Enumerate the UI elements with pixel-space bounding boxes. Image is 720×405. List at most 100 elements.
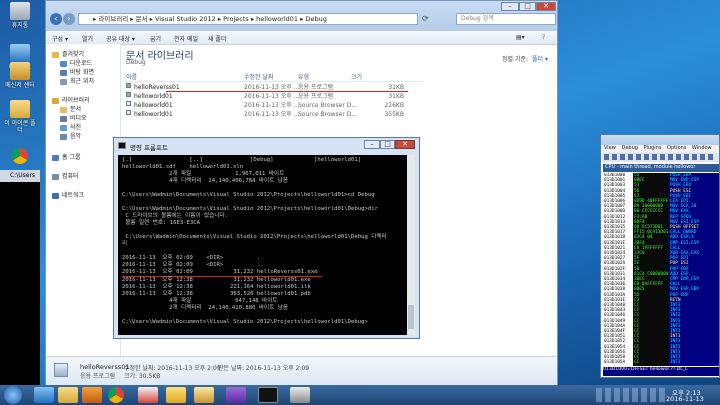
nav-pictures[interactable]: 사진 (60, 122, 81, 131)
menu-window[interactable]: Window (692, 145, 712, 151)
disasm-bytes: CC (634, 360, 640, 366)
address-bar[interactable]: ▸ 라이브러리 ▸ 문서 ▸ Visual Studio 2012 ▸ Proj… (78, 13, 418, 25)
media-player-icon[interactable] (82, 387, 102, 403)
folder-icon[interactable]: 이 아이콘 폴더 (4, 100, 36, 134)
column-header-name[interactable]: 이름 (126, 72, 137, 81)
help-icon[interactable]: ? (542, 34, 545, 41)
file-row[interactable]: helloworld01 2016-11-13 오후 ... 응용 프로그램 3… (124, 92, 424, 101)
forward-button[interactable]: › (63, 13, 75, 25)
toolbar-new-folder[interactable]: 새 폴더 (208, 34, 226, 43)
nav-computer[interactable]: 컴퓨터 (52, 171, 79, 180)
cmd-console[interactable]: [.] [..] [Debug] [helloworld01] hellowor… (118, 155, 407, 335)
debugger-window[interactable]: View Debug Plugins Options Window CPU - … (600, 134, 720, 378)
nav-recent[interactable]: 최근 위치 (60, 76, 94, 85)
cmd-line: 2016-11-13 오후 12:38 221,164 helloworld01… (122, 284, 311, 290)
file-row[interactable]: helloworld01 2016-11-13 오후 ... Source Br… (124, 110, 424, 119)
disassembly-pane[interactable]: 013D1000 013D1001 013D1003 013D1004 013D1005… (603, 173, 719, 366)
app-icon[interactable] (166, 387, 186, 403)
paint-icon[interactable] (138, 387, 158, 403)
cmd-scrollbar[interactable] (407, 155, 415, 335)
nav-videos[interactable]: 비디오 (60, 113, 87, 122)
library-subtitle: Debug (126, 59, 146, 66)
cmd-line: 2016-11-13 오후 02:09 <DIR> .. (122, 262, 264, 268)
search-input[interactable]: Debug 검색 (456, 13, 556, 25)
cmd-line: 2016-11-13 오후 02:09 31,232 helloReverss0… (122, 269, 318, 275)
cmd-minimize-button[interactable]: – (364, 140, 380, 149)
network-icon (52, 192, 59, 199)
explorer-titlebar: ‹ › ▸ 라이브러리 ▸ 문서 ▸ Visual Studio 2012 ▸ … (46, 1, 557, 31)
refresh-icon[interactable]: ⟳ (422, 14, 429, 23)
toolbar-burn[interactable]: 굽기 (150, 34, 161, 43)
toolbar-share[interactable]: 공유 대상 ▾ (106, 34, 135, 43)
clock-date[interactable]: 2016-11-13 (666, 395, 704, 403)
nav-documents[interactable]: 문서 (60, 104, 81, 113)
file-row[interactable]: helloworld01 2016-11-13 오후 ... Source Br… (124, 101, 424, 110)
cmd-line: C:\Users\Wadmin\Documents\Visual Studio … (122, 319, 368, 325)
details-file-name: helloReverss01 (80, 363, 130, 371)
hex-column: 55 8BEC 53 56 57 8D9D 40FFFFFF B9 30000000 B8 C… (633, 173, 669, 366)
menu-plugins[interactable]: Plugins (644, 145, 662, 151)
debugger-task-icon[interactable] (290, 387, 310, 403)
nav-downloads[interactable]: 다운로드 (60, 58, 92, 67)
toolbar-email[interactable]: 전자 메일 (174, 34, 198, 43)
maximize-button[interactable]: □ (519, 2, 536, 11)
folder-icon[interactable] (58, 387, 78, 403)
close-button[interactable]: ✕ (536, 2, 556, 11)
download-icon (60, 60, 67, 67)
cmd-line: helloworld01.sdf helloworld01.sln (122, 164, 244, 170)
debugger-titlebar (601, 135, 719, 145)
cpu-window-title: CPU - main thread, module hellowor (603, 164, 719, 172)
explorer-task-icon[interactable] (194, 387, 214, 403)
star-icon (52, 51, 59, 58)
cmd-close-button[interactable]: ✕ (395, 140, 415, 149)
minimize-button[interactable]: – (501, 2, 519, 11)
taskbar: 오후 2:13 2016-11-13 (0, 385, 720, 405)
command-prompt-window[interactable]: 명령 프롬프트 – □ ✕ [.] [..] [Debug] [hellowor… (113, 137, 420, 339)
app-icon (54, 363, 68, 377)
start-button[interactable] (4, 386, 22, 404)
messenger-center-icon[interactable]: 메신저 센터 (4, 62, 36, 89)
nav-desktop[interactable]: 바탕 화면 (60, 67, 94, 76)
cmd-line: C:\Users\Wadmin\Documents\Visual Studio … (122, 192, 375, 198)
toolbar-buttons[interactable] (604, 154, 714, 160)
column-header-type[interactable]: 유형 (298, 72, 309, 81)
cmd-line: 볼륨 일련 번호: 16E3-E3CA (122, 220, 201, 226)
menu-view[interactable]: View (604, 145, 616, 151)
library-icon (52, 97, 59, 104)
cmd-line: 2016-11-13 오후 12:38 31,232 helloworld01.… (122, 277, 311, 283)
toolbar-open[interactable]: 열기 (82, 34, 93, 43)
visual-studio-icon[interactable] (226, 387, 246, 403)
chrome-icon[interactable] (108, 387, 124, 403)
disasm-instruction: INT3 (670, 360, 681, 366)
column-header-size[interactable]: 크기 (351, 72, 362, 81)
column-header-date[interactable]: 수정한 날짜 (244, 72, 274, 81)
view-icon[interactable]: ▤▾ (516, 34, 525, 41)
column-divider (124, 81, 424, 82)
nav-network[interactable]: 네트워크 (52, 190, 84, 199)
menu-options[interactable]: Options (667, 145, 686, 151)
toolbar-organize[interactable]: 구성 ▾ (52, 34, 68, 43)
cmd-scroll-thumb[interactable] (408, 305, 414, 329)
details-created: 만든 날짜: 2016-11-13 오후 2:09 (218, 365, 310, 372)
cmd-maximize-button[interactable]: □ (380, 140, 395, 149)
nav-homegroup[interactable]: 홈 그룹 (52, 152, 80, 161)
ie-icon[interactable] (34, 387, 54, 403)
desktop-icon (60, 69, 67, 76)
cmd-task-icon[interactable] (258, 387, 278, 403)
nav-favorites[interactable]: 즐겨찾기 (52, 49, 84, 58)
nav-music[interactable]: 음악 (60, 131, 81, 140)
messenger-center-label: 메신저 센터 (5, 82, 35, 89)
arrange-dropdown[interactable]: 폴더 ▾ (532, 54, 548, 63)
details-size: 크기: 30.5KB (124, 373, 161, 380)
debugger-footer: 013D1000=OFFSET hellowor.?? DL_L (603, 367, 719, 376)
recycle-bin-icon[interactable]: 휴지통 (4, 2, 36, 29)
picture-icon (60, 124, 67, 131)
nav-libraries[interactable]: 라이브러리 (52, 95, 90, 104)
chrome-icon[interactable] (4, 148, 36, 166)
disasm-address[interactable]: 013D105A (604, 360, 625, 365)
menu-debug[interactable]: Debug (621, 145, 637, 151)
file-icon (126, 110, 131, 115)
back-button[interactable]: ‹ (50, 13, 62, 25)
details-type: 응용 프로그램 (80, 373, 116, 380)
background-console-window[interactable]: C:\Users (0, 170, 40, 385)
